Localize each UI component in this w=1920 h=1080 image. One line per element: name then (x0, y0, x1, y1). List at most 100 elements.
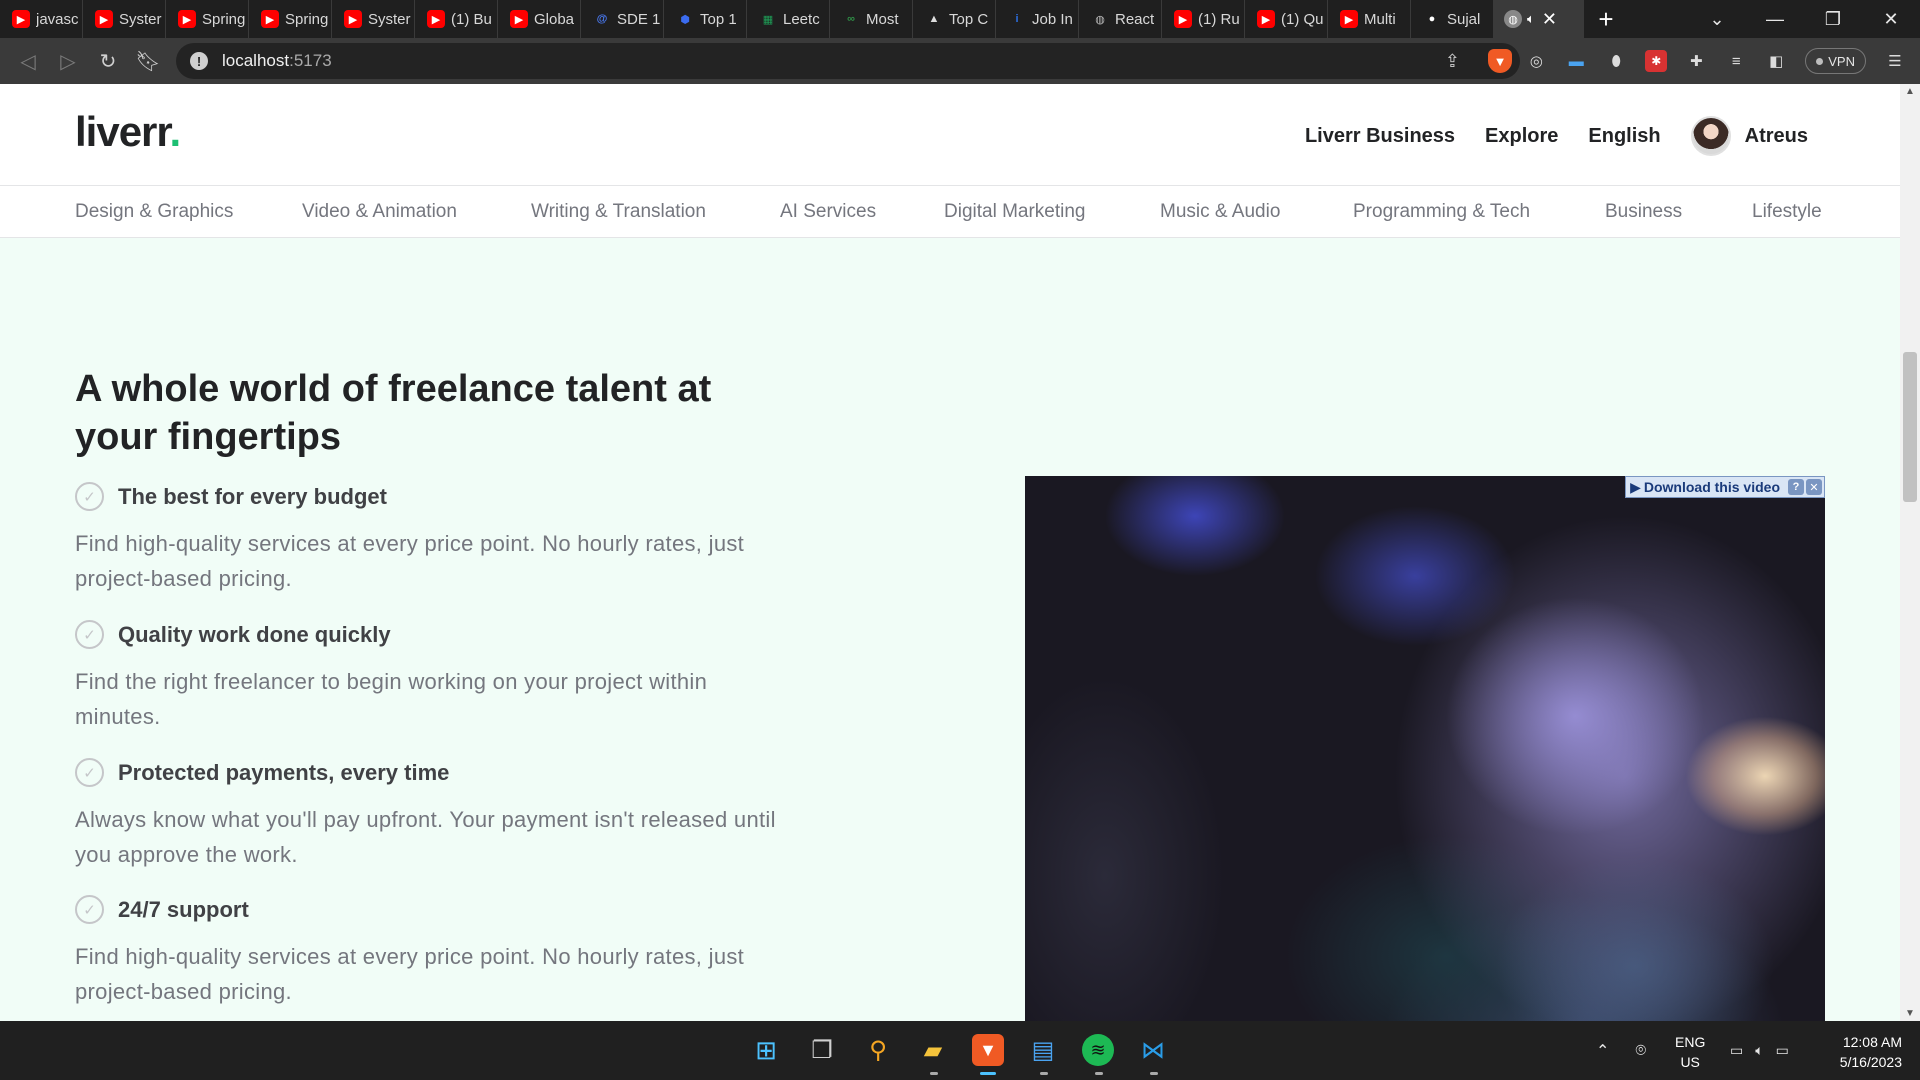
vpn-button[interactable]: VPN (1805, 48, 1866, 74)
browser-tab[interactable]: ▶ Syster (332, 0, 415, 38)
nav-link-business[interactable]: Liverr Business (1305, 125, 1455, 148)
glasses-extension-icon[interactable]: ◎ (1525, 50, 1547, 72)
scrollbar-thumb[interactable] (1903, 352, 1917, 502)
avatar[interactable] (1690, 116, 1731, 156)
page-scrollbar[interactable]: ▲ ▼ (1900, 84, 1920, 1021)
menu-icon[interactable]: ☰ (1884, 50, 1906, 72)
puzzle-icon[interactable]: ✚ (1685, 50, 1707, 72)
check-circle-icon: ✓ (75, 482, 104, 511)
restore-button[interactable]: ❐ (1804, 9, 1862, 30)
playlist-icon[interactable]: ≡ (1725, 50, 1747, 72)
back-button[interactable]: ◁ (8, 49, 48, 74)
bookmark-icon[interactable]: 🔖︎ (128, 49, 168, 74)
tab-title: (1) Ru (1198, 10, 1240, 28)
reload-button[interactable]: ↻ (88, 49, 128, 74)
browser-tab[interactable]: ▶ (1) Bu (415, 0, 498, 38)
category-programming-tech[interactable]: Programming & Tech (1353, 201, 1530, 223)
browser-tab[interactable]: ▶ Spring (166, 0, 249, 38)
browser-tab[interactable]: @ SDE 1 (581, 0, 664, 38)
category-music-audio[interactable]: Music & Audio (1160, 201, 1280, 223)
browser-tab[interactable]: ∞ Most (830, 0, 913, 38)
keyboard-region: US (1680, 1054, 1700, 1070)
nav-link-explore[interactable]: Explore (1485, 125, 1558, 148)
browser-tab[interactable]: ◍ React (1079, 0, 1162, 38)
download-video-button[interactable]: ▶ Download this video (1626, 479, 1788, 496)
check-circle-icon: ✓ (75, 620, 104, 649)
category-digital-marketing[interactable]: Digital Marketing (944, 201, 1086, 223)
mountain-icon: ▲ (928, 13, 940, 25)
browser-toolbar: ◁ ▷ ↻ 🔖︎ ! localhost:5173 ⇪ ▼ ◎ ▬ ⬮ ✱ ✚ … (0, 38, 1920, 84)
system-clock[interactable]: 12:08 AM 5/16/2023 (1840, 1032, 1902, 1072)
browser-tab[interactable]: ▶ Spring (249, 0, 332, 38)
speaker-icon[interactable]: 🔈︎ (1527, 11, 1535, 27)
browser-tab[interactable]: ⬢ Top 1 (664, 0, 747, 38)
scroll-up-arrow-icon[interactable]: ▲ (1904, 86, 1916, 97)
category-ai-services[interactable]: AI Services (780, 201, 876, 223)
share-icon[interactable]: ⇪ (1445, 51, 1460, 72)
brave-shields-icon[interactable]: ▼ (1488, 49, 1512, 73)
browser-tab[interactable]: i Job In (996, 0, 1079, 38)
username[interactable]: Atreus (1745, 125, 1808, 148)
feature-title-text: Protected payments, every time (118, 759, 450, 785)
browser-tab[interactable]: ▶ Globa (498, 0, 581, 38)
browser-tab[interactable]: ▶ javasc (0, 0, 83, 38)
features-section: A whole world of freelance talent at you… (0, 238, 1900, 1021)
close-tab-icon[interactable]: ✕ (1542, 9, 1557, 30)
download-video-label: Download this video (1643, 479, 1780, 495)
spotify-icon[interactable]: ≋ (1082, 1034, 1114, 1066)
file-explorer-icon[interactable]: ▰ (917, 1034, 949, 1066)
new-tab-button[interactable]: + (1584, 0, 1628, 38)
windows-start-icon[interactable]: ⊞ (750, 1034, 782, 1066)
browser-tab[interactable]: ▶ (1) Qu (1245, 0, 1328, 38)
quick-settings[interactable]: ▭ 🔈︎ ▭ (1730, 1021, 1789, 1080)
tab-search-icon[interactable]: ⌄ (1688, 9, 1746, 30)
tab-active[interactable]: ◍ 🔈︎ ✕ (1494, 0, 1584, 38)
site-info-icon[interactable]: ! (190, 52, 208, 70)
browser-tab[interactable]: ▶ Multi (1328, 0, 1411, 38)
tab-title: Spring (285, 10, 329, 28)
help-icon[interactable]: ? (1788, 479, 1804, 495)
youtube-icon: ▶ (95, 10, 113, 28)
close-icon[interactable]: ✕ (1806, 479, 1822, 495)
vscode-icon[interactable]: ⋈ (1137, 1034, 1169, 1066)
youtube-icon: ▶ (344, 10, 362, 28)
tab-title: (1) Bu (451, 10, 492, 28)
running-indicator (930, 1072, 938, 1075)
category-video-animation[interactable]: Video & Animation (302, 201, 457, 223)
vpn-status-dot (1816, 57, 1824, 65)
category-design-graphics[interactable]: Design & Graphics (75, 201, 233, 223)
search-icon[interactable]: ⚲ (862, 1034, 894, 1066)
tab-title: Spring (202, 10, 246, 28)
minimize-button[interactable]: — (1746, 9, 1804, 30)
category-business[interactable]: Business (1605, 201, 1682, 223)
show-hidden-icons-chevron-icon[interactable]: ⌃ (1596, 1041, 1609, 1061)
close-window-button[interactable]: ✕ (1862, 9, 1920, 30)
browser-tab[interactable]: ▦ Leetc (747, 0, 830, 38)
lock-extension-icon[interactable]: ⬮ (1605, 50, 1627, 72)
youtube-icon: ▶ (510, 10, 528, 28)
browser-tab[interactable]: ▶ Syster (83, 0, 166, 38)
network-status-icon[interactable]: ⌾ (1635, 1040, 1646, 1061)
language-indicator[interactable]: ENG US (1675, 1032, 1705, 1072)
nav-link-language[interactable]: English (1588, 125, 1660, 148)
category-writing-translation[interactable]: Writing & Translation (531, 201, 706, 223)
forward-button[interactable]: ▷ (48, 49, 88, 74)
folder-extension-icon[interactable]: ▬ (1565, 50, 1587, 72)
browser-tab[interactable]: ▶ (1) Ru (1162, 0, 1245, 38)
notepad-icon[interactable]: ▤ (1027, 1034, 1059, 1066)
sidebar-icon[interactable]: ◧ (1765, 50, 1787, 72)
brave-browser-icon[interactable]: ▼ (972, 1034, 1004, 1066)
github-icon: ● (1428, 13, 1436, 25)
user-profile[interactable]: Atreus (1690, 116, 1808, 156)
browser-tab[interactable]: ▲ Top C (913, 0, 996, 38)
category-lifestyle[interactable]: Lifestyle (1752, 201, 1822, 223)
feature-title: ✓ Quality work done quickly (75, 620, 391, 649)
scroll-down-arrow-icon[interactable]: ▼ (1904, 1008, 1916, 1019)
feature-title: ✓ 24/7 support (75, 895, 249, 924)
video-player[interactable]: ▶ Download this video ? ✕ (1025, 476, 1825, 1021)
red-extension-icon[interactable]: ✱ (1645, 50, 1668, 72)
liverr-logo[interactable]: liverr. (75, 108, 181, 156)
task-view-icon[interactable]: ❐ (806, 1034, 838, 1066)
address-bar[interactable]: ! localhost:5173 ⇪ ▼ (176, 43, 1520, 79)
browser-tab[interactable]: ● Sujal (1411, 0, 1494, 38)
